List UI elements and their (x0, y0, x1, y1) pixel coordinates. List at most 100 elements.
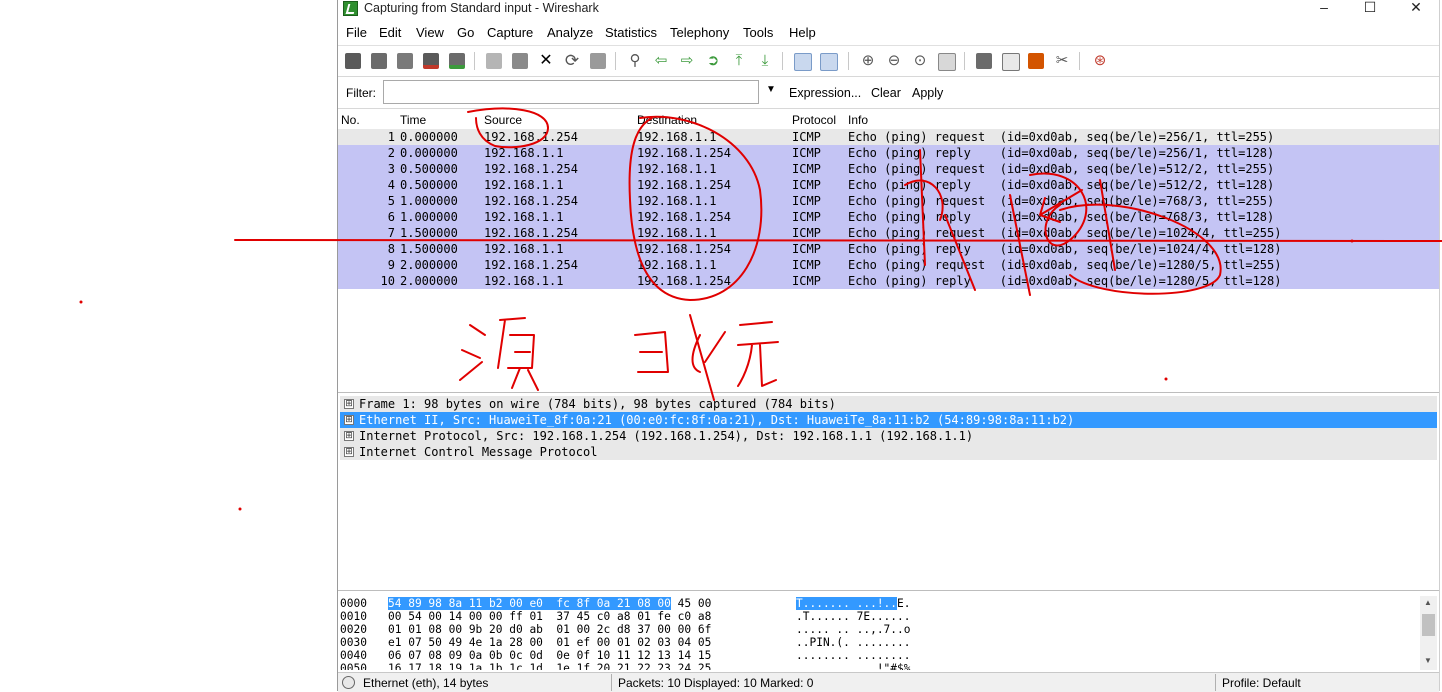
status-profile[interactable]: Profile: Default (1222, 676, 1301, 690)
detail-text: Internet Protocol, Src: 192.168.1.254 (1… (359, 429, 974, 443)
table-row[interactable]: 7 1.500000 192.168.1.254 192.168.1.1 ICMP Ech… (338, 225, 1439, 241)
menu-file[interactable]: File (346, 25, 367, 40)
go-first-icon[interactable]: ⤒ (731, 53, 747, 69)
menu-telephony[interactable]: Telephony (670, 25, 729, 40)
open-file-icon[interactable] (486, 53, 502, 69)
hex-ascii: ..PIN.(. ........ (796, 636, 911, 649)
menu-view[interactable]: View (416, 25, 444, 40)
cell-destination: 192.168.1.1 (637, 258, 717, 272)
hex-scrollbar[interactable]: ▲ ▼ (1420, 596, 1437, 670)
help-icon[interactable]: ⊛ (1092, 53, 1108, 69)
minimize-button[interactable]: – (1304, 0, 1344, 18)
cell-protocol: ICMP (792, 242, 821, 256)
go-last-icon[interactable]: ⤓ (757, 53, 773, 69)
start-capture-icon[interactable] (397, 53, 413, 69)
table-row[interactable]: 1 0.000000 192.168.1.254 192.168.1.1 ICMP Ech… (338, 129, 1439, 145)
zoom-in-icon[interactable]: ⊕ (860, 53, 876, 69)
table-row[interactable]: 8 1.500000 192.168.1.1 192.168.1.254 ICMP Ech… (338, 241, 1439, 257)
cell-source: 192.168.1.254 (484, 162, 578, 176)
column-header-protocol[interactable]: Protocol (792, 113, 836, 127)
display-filters-icon[interactable] (1002, 53, 1020, 71)
expression-button[interactable]: Expression... (789, 86, 861, 100)
detail-row-ethernet[interactable]: ⊞ Ethernet II, Src: HuaweiTe_8f:0a:21 (0… (340, 412, 1437, 428)
table-row[interactable]: 5 1.000000 192.168.1.254 192.168.1.1 ICMP Ech… (338, 193, 1439, 209)
hex-ascii-rest: ........ .. !"#$% (796, 662, 911, 670)
status-bar: Ethernet (eth), 14 bytes Packets: 10 Dis… (338, 672, 1439, 692)
table-row[interactable]: 6 1.000000 192.168.1.1 192.168.1.254 ICMP Ech… (338, 209, 1439, 225)
coloring-rules-icon[interactable] (1028, 53, 1044, 69)
save-file-icon[interactable] (512, 53, 528, 69)
toolbar-separator (1079, 52, 1080, 70)
detail-row-frame[interactable]: ⊞ Frame 1: 98 bytes on wire (784 bits), … (340, 396, 1437, 412)
cell-no: 7 (387, 226, 395, 240)
menu-help[interactable]: Help (789, 25, 816, 40)
cell-destination: 192.168.1.254 (637, 178, 731, 192)
expand-icon[interactable]: ⊞ (344, 399, 354, 409)
expand-icon[interactable]: ⊞ (344, 431, 354, 441)
table-row[interactable]: 10 2.000000 192.168.1.1 192.168.1.254 ICMP Ec… (338, 273, 1439, 289)
resize-columns-icon[interactable] (938, 53, 956, 71)
close-file-icon[interactable]: ✕ (538, 53, 554, 69)
cell-info: Echo (ping) request (id=0xd0ab, seq(be/l… (848, 162, 1275, 176)
expand-icon[interactable]: ⊞ (344, 447, 354, 457)
column-header-no[interactable]: No. (341, 113, 360, 127)
cell-protocol: ICMP (792, 162, 821, 176)
cell-no: 4 (387, 178, 395, 192)
menu-capture[interactable]: Capture (487, 25, 533, 40)
auto-scroll-icon[interactable] (820, 53, 838, 71)
column-header-source[interactable]: Source (484, 113, 522, 127)
table-row[interactable]: 3 0.500000 192.168.1.254 192.168.1.1 ICMP Ech… (338, 161, 1439, 177)
go-back-icon[interactable]: ⇦ (653, 53, 669, 69)
table-row[interactable]: 4 0.500000 192.168.1.1 192.168.1.254 ICMP Ech… (338, 177, 1439, 193)
menu-tools[interactable]: Tools (743, 25, 773, 40)
reload-icon[interactable]: ⟳ (564, 52, 580, 69)
maximize-button[interactable]: ☐ (1350, 0, 1390, 18)
hex-offset: 0050 (340, 662, 367, 670)
status-packets: Packets: 10 Displayed: 10 Marked: 0 (618, 676, 814, 690)
find-packet-icon[interactable]: ⚲ (627, 53, 643, 69)
zoom-out-icon[interactable]: ⊖ (886, 53, 902, 69)
cell-info: Echo (ping) request (id=0xd0ab, seq(be/l… (848, 130, 1275, 144)
clear-button[interactable]: Clear (871, 86, 901, 100)
scroll-down-icon[interactable]: ▼ (1424, 656, 1432, 665)
cell-source: 192.168.1.1 (484, 146, 564, 160)
hex-ascii-selected: T....... ...!.. (796, 597, 898, 610)
print-icon[interactable] (590, 53, 606, 69)
cell-protocol: ICMP (792, 194, 821, 208)
capture-filters-icon[interactable] (976, 53, 992, 69)
hex-bytes-rest: 00 54 00 14 00 00 ff 01 37 45 c0 a8 01 f… (388, 610, 712, 623)
column-header-destination[interactable]: Destination (637, 113, 697, 127)
filter-input[interactable] (383, 80, 759, 104)
scroll-up-icon[interactable]: ▲ (1424, 598, 1432, 607)
column-header-time[interactable]: Time (400, 113, 426, 127)
table-row[interactable]: 9 2.000000 192.168.1.254 192.168.1.1 ICMP Ech… (338, 257, 1439, 273)
cell-source: 192.168.1.254 (484, 194, 578, 208)
scroll-thumb[interactable] (1422, 614, 1435, 636)
interface-list-icon[interactable] (345, 53, 361, 69)
cell-source: 192.168.1.1 (484, 210, 564, 224)
cell-info: Echo (ping) reply (id=0xd0ab, seq(be/le)… (848, 146, 1275, 160)
go-forward-icon[interactable]: ⇨ (679, 53, 695, 69)
detail-row-icmp[interactable]: ⊞ Internet Control Message Protocol (340, 444, 1437, 460)
expert-info-icon[interactable] (342, 676, 355, 689)
menu-analyze[interactable]: Analyze (547, 25, 593, 40)
stop-capture-icon[interactable] (423, 53, 439, 69)
restart-capture-icon[interactable] (449, 53, 465, 69)
colorize-icon[interactable] (794, 53, 812, 71)
go-to-packet-icon[interactable]: ➲ (705, 53, 721, 69)
table-row[interactable]: 2 0.000000 192.168.1.1 192.168.1.254 ICMP Ech… (338, 145, 1439, 161)
expand-icon[interactable]: ⊞ (344, 415, 354, 425)
detail-row-ip[interactable]: ⊞ Internet Protocol, Src: 192.168.1.254 … (340, 428, 1437, 444)
preferences-icon[interactable]: ✂ (1054, 53, 1070, 69)
menu-statistics[interactable]: Statistics (605, 25, 657, 40)
menu-edit[interactable]: Edit (379, 25, 401, 40)
close-button[interactable]: ✕ (1396, 0, 1436, 18)
cell-source: 192.168.1.1 (484, 274, 564, 288)
apply-button[interactable]: Apply (912, 86, 943, 100)
filter-dropdown-icon[interactable]: ▼ (766, 84, 776, 95)
normal-size-icon[interactable]: ⊙ (912, 53, 928, 69)
menu-go[interactable]: Go (457, 25, 474, 40)
cell-time: 1.000000 (400, 194, 458, 208)
column-header-info[interactable]: Info (848, 113, 868, 127)
capture-options-icon[interactable] (371, 53, 387, 69)
